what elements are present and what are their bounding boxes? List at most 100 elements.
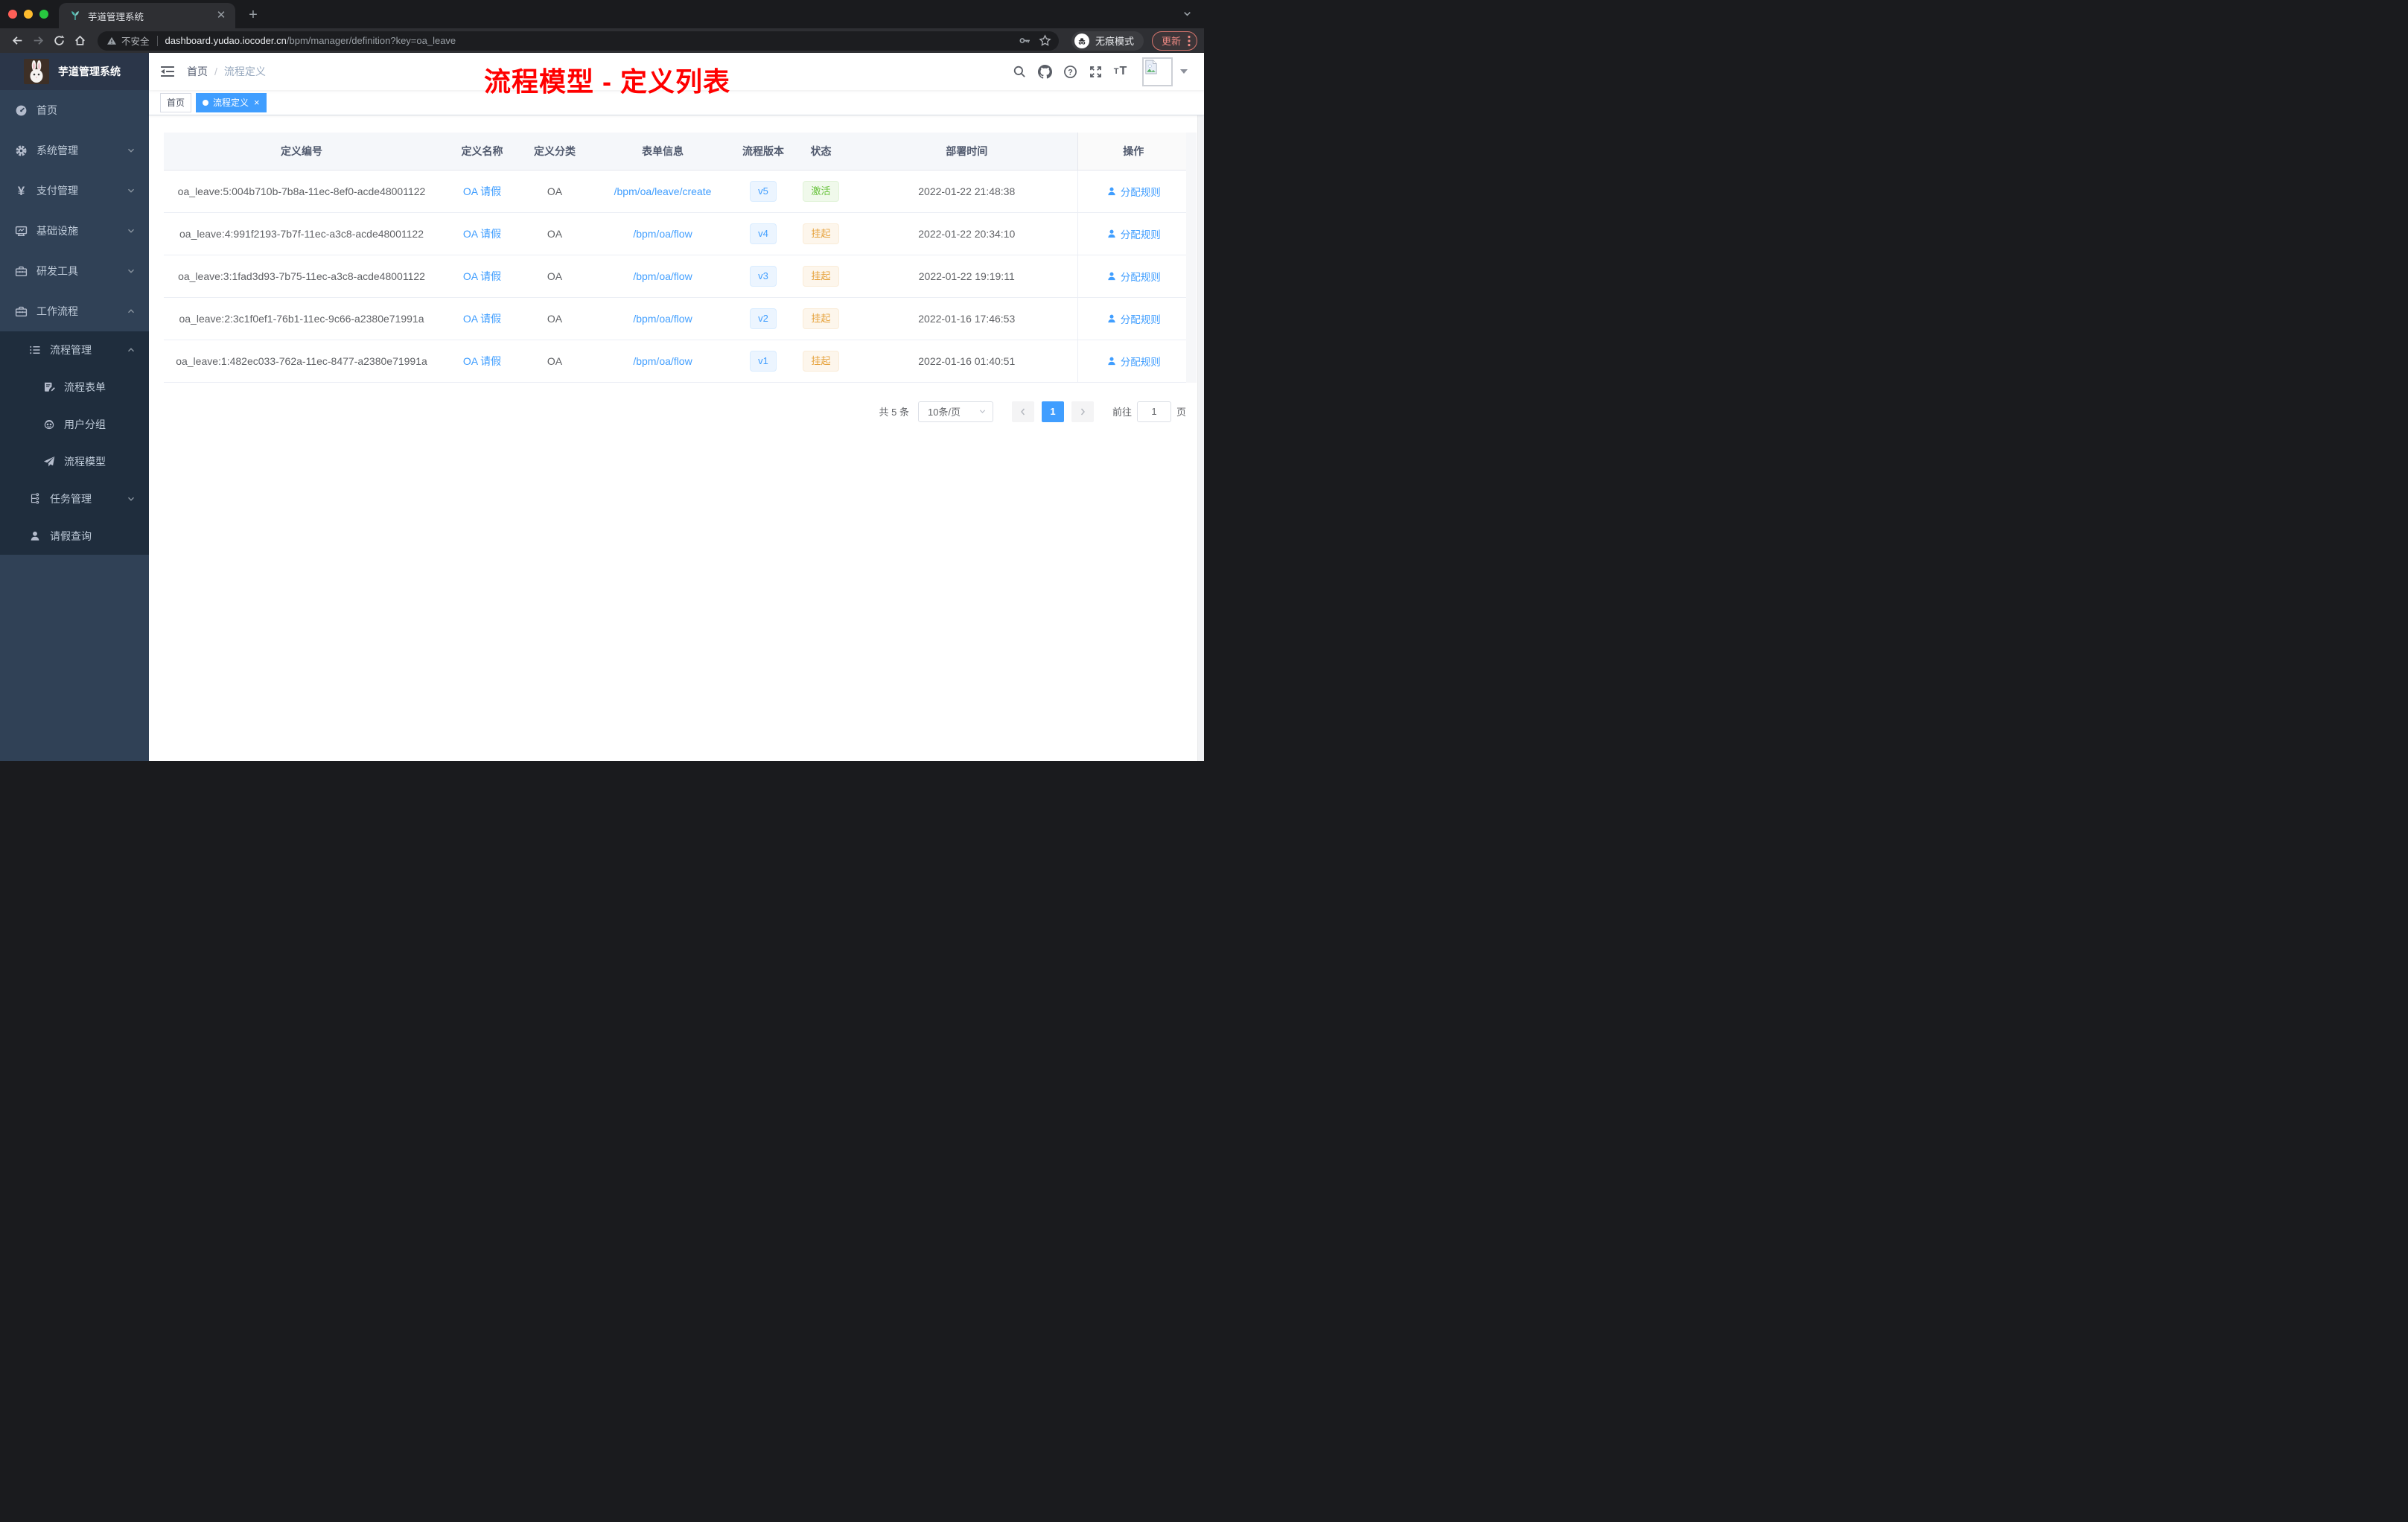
sidebar-item-process-form[interactable]: 流程表单	[0, 369, 149, 406]
definition-name-link[interactable]: OA 请假	[463, 228, 501, 240]
pagination-total: 共 5 条	[879, 407, 909, 418]
form-info-link[interactable]: /bpm/oa/leave/create	[614, 185, 712, 197]
page-number-button[interactable]: 1	[1041, 401, 1064, 422]
tab-title: 芋道管理系统	[88, 11, 144, 22]
status-badge: 挂起	[803, 223, 839, 244]
sidebar-item-process-model[interactable]: 流程模型	[0, 443, 149, 480]
sidebar-item-task-management[interactable]: 任务管理	[0, 480, 149, 518]
sidebar-logo[interactable]: 芋道管理系统	[0, 53, 149, 90]
status-badge: 激活	[803, 180, 839, 202]
form-info-link[interactable]: /bpm/oa/flow	[633, 270, 692, 282]
help-icon[interactable]: ?	[1060, 62, 1080, 81]
page-size-select[interactable]: 10条/页	[917, 401, 993, 422]
tag-process-definition[interactable]: 流程定义 ×	[196, 92, 267, 112]
prev-page-button[interactable]	[1011, 401, 1034, 422]
sidebar-item-home[interactable]: 首页	[0, 90, 149, 130]
password-key-icon[interactable]	[1019, 34, 1031, 47]
browser-toolbar: 不安全 dashboard.yudao.iocoder.cn/bpm/manag…	[0, 28, 1204, 53]
page-content: 定义编号 定义名称 定义分类 表单信息 流程版本 状态 部署时间 操作 oa_l	[149, 115, 1204, 761]
address-bar[interactable]: 不安全 dashboard.yudao.iocoder.cn/bpm/manag…	[98, 31, 1059, 51]
sidebar-item-user-group[interactable]: 用户分组	[0, 406, 149, 443]
sidebar-item-label: 流程表单	[64, 381, 106, 393]
chevron-down-icon	[128, 497, 134, 501]
chevron-down-icon	[128, 148, 134, 153]
chevron-up-icon	[128, 348, 134, 352]
url-text[interactable]: dashboard.yudao.iocoder.cn/bpm/manager/d…	[165, 35, 1011, 46]
column-header-actions: 操作	[1077, 133, 1189, 171]
tab-close-icon[interactable]: ✕	[214, 9, 228, 22]
table-row: oa_leave:3:1fad3d93-7b75-11ec-a3c8-acde4…	[164, 255, 1189, 298]
avatar-caret-icon[interactable]	[1180, 69, 1188, 74]
form-info-link[interactable]: /bpm/oa/flow	[633, 355, 692, 367]
sidebar-item-infrastructure[interactable]: 基础设施	[0, 211, 149, 251]
tab-strip: 芋道管理系统 ✕ +	[0, 0, 1204, 28]
chevron-down-icon	[128, 229, 134, 233]
table-row: oa_leave:4:991f2193-7b7f-11ec-a3c8-acde4…	[164, 212, 1189, 255]
github-icon[interactable]	[1035, 62, 1054, 81]
fullscreen-icon[interactable]	[1086, 62, 1105, 81]
bookmark-star-icon[interactable]	[1039, 34, 1051, 47]
goto-page-input[interactable]	[1136, 401, 1171, 422]
assign-rule-button[interactable]: 分配规则	[1106, 354, 1161, 369]
sidebar-item-label: 用户分组	[64, 418, 106, 430]
favicon-plant-icon	[69, 10, 81, 22]
main-area: 流程模型 - 定义列表 首页 / 流程定义 ? T T 首页 流程定义 × 定义…	[149, 53, 1204, 761]
sidebar-item-label: 流程管理	[50, 344, 92, 356]
back-button[interactable]	[7, 31, 28, 51]
assign-rule-button[interactable]: 分配规则	[1106, 226, 1161, 241]
sidebar-item-label: 系统管理	[36, 144, 78, 156]
update-menu-button[interactable]: 更新	[1151, 31, 1197, 51]
form-info-link[interactable]: /bpm/oa/flow	[633, 313, 692, 325]
page-scrollbar[interactable]	[1197, 53, 1204, 761]
forward-button[interactable]	[28, 31, 48, 51]
reload-button[interactable]	[48, 31, 69, 51]
status-badge: 挂起	[803, 265, 839, 287]
cell-version: v3	[741, 255, 786, 298]
home-button[interactable]	[69, 31, 90, 51]
close-window-button[interactable]	[8, 10, 17, 19]
next-page-button[interactable]	[1071, 401, 1094, 422]
cell-form-info: /bpm/oa/flow	[585, 340, 741, 383]
sidebar-item-system[interactable]: 系统管理	[0, 130, 149, 171]
breadcrumb-home[interactable]: 首页	[187, 64, 208, 79]
font-size-icon[interactable]: TT	[1111, 62, 1130, 81]
definition-name-link[interactable]: OA 请假	[463, 270, 501, 282]
status-badge: 挂起	[803, 308, 839, 329]
definition-name-link[interactable]: OA 请假	[463, 185, 501, 197]
assign-rule-button[interactable]: 分配规则	[1106, 311, 1161, 326]
definition-name-link[interactable]: OA 请假	[463, 355, 501, 367]
cell-definition-name: OA 请假	[439, 340, 525, 383]
cell-actions: 分配规则	[1077, 170, 1189, 213]
definition-name-link[interactable]: OA 请假	[463, 313, 501, 325]
browser-tab[interactable]: 芋道管理系统 ✕	[59, 3, 235, 28]
pagination: 共 5 条 10条/页 1 前往 页	[164, 401, 1186, 422]
cell-status: 挂起	[786, 212, 856, 255]
avatar[interactable]	[1142, 57, 1173, 86]
hamburger-icon[interactable]	[160, 64, 175, 79]
search-icon[interactable]	[1010, 62, 1029, 81]
cell-form-info: /bpm/oa/flow	[585, 212, 741, 255]
assign-rule-button[interactable]: 分配规则	[1106, 184, 1161, 199]
security-warning-icon[interactable]	[106, 36, 117, 46]
traffic-lights	[0, 0, 59, 28]
new-tab-button[interactable]: +	[244, 7, 262, 24]
sidebar-item-leave-query[interactable]: 请假查询	[0, 518, 149, 555]
user-icon	[1108, 187, 1115, 195]
cell-form-info: /bpm/oa/leave/create	[585, 170, 741, 213]
sidebar-item-payment[interactable]: ¥ 支付管理	[0, 171, 149, 211]
tag-home[interactable]: 首页	[160, 92, 192, 112]
sidebar-item-devtools[interactable]: 研发工具	[0, 251, 149, 291]
cell-form-info: /bpm/oa/flow	[585, 297, 741, 340]
tag-close-icon[interactable]: ×	[254, 98, 260, 107]
minimize-window-button[interactable]	[24, 10, 33, 19]
tab-search-chevron-icon[interactable]	[1182, 9, 1192, 22]
cell-version: v1	[741, 340, 786, 383]
zoom-window-button[interactable]	[39, 10, 48, 19]
table-row: oa_leave:5:004b710b-7b8a-11ec-8ef0-acde4…	[164, 170, 1189, 213]
assign-rule-button[interactable]: 分配规则	[1106, 269, 1161, 284]
form-info-link[interactable]: /bpm/oa/flow	[633, 228, 692, 240]
sidebar-item-process-management[interactable]: 流程管理	[0, 331, 149, 369]
sidebar-item-workflow[interactable]: 工作流程	[0, 291, 149, 331]
svg-text:?: ?	[1068, 68, 1073, 77]
cell-definition-id: oa_leave:5:004b710b-7b8a-11ec-8ef0-acde4…	[164, 170, 439, 213]
